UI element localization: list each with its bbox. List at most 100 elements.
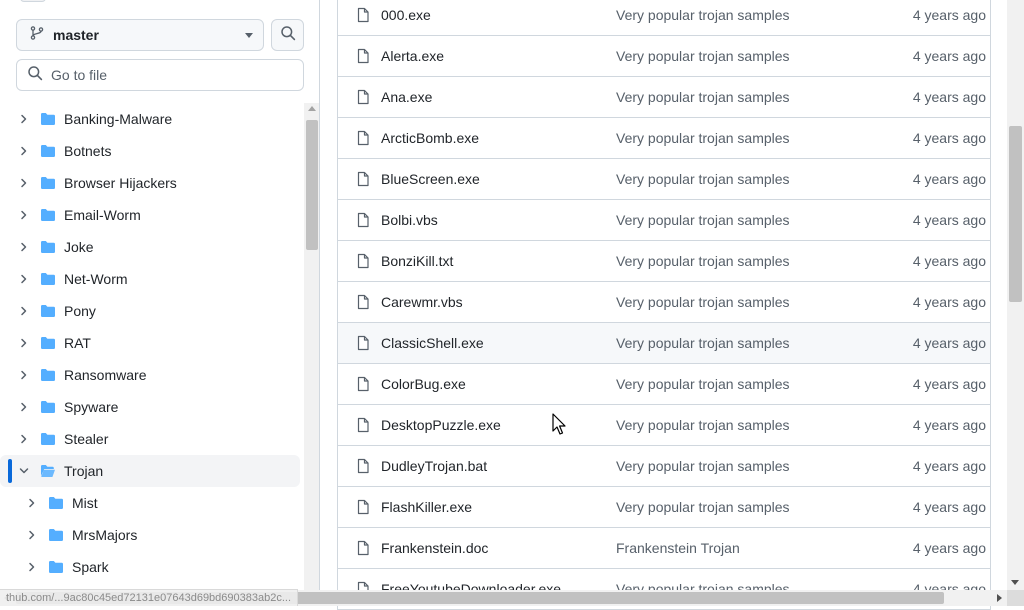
tree-item-label: Trojan bbox=[64, 463, 104, 479]
file-name-link[interactable]: Ana.exe bbox=[381, 89, 616, 105]
file-name-link[interactable]: Bolbi.vbs bbox=[381, 212, 616, 228]
commit-message-link[interactable]: Very popular trojan samples bbox=[616, 376, 866, 392]
tree-item-mrsmajors[interactable]: MrsMajors bbox=[0, 519, 300, 551]
file-name-link[interactable]: Carewmr.vbs bbox=[381, 294, 616, 310]
sidebar-scrollbar[interactable] bbox=[304, 103, 319, 590]
file-row[interactable]: BlueScreen.exe Very popular trojan sample… bbox=[338, 158, 990, 199]
chevron-right-icon[interactable] bbox=[14, 337, 34, 349]
tree-item-botnets[interactable]: Botnets bbox=[0, 135, 300, 167]
chevron-right-icon[interactable] bbox=[14, 305, 34, 317]
file-name-link[interactable]: Frankenstein.doc bbox=[381, 540, 616, 556]
chevron-right-icon[interactable] bbox=[14, 369, 34, 381]
file-name-link[interactable]: ArcticBomb.exe bbox=[381, 130, 616, 146]
commit-message-link[interactable]: Frankenstein Trojan bbox=[616, 540, 866, 556]
file-icon bbox=[355, 89, 371, 105]
tree-item-label: Stealer bbox=[64, 431, 109, 447]
branch-selector-button[interactable]: master bbox=[16, 19, 264, 51]
chevron-right-icon[interactable] bbox=[14, 401, 34, 413]
file-row[interactable]: ArcticBomb.exe Very popular trojan sample… bbox=[338, 117, 990, 158]
tree-item-trojan[interactable]: Trojan bbox=[0, 455, 300, 487]
file-tree: Banking-Malware Botnets Browser Hijackers E… bbox=[0, 103, 300, 583]
scroll-up-arrow-icon[interactable] bbox=[308, 106, 316, 111]
commit-message-link[interactable]: Very popular trojan samples bbox=[616, 130, 866, 146]
chevron-right-icon[interactable] bbox=[14, 273, 34, 285]
file-row[interactable]: ClassicShell.exe Very popular trojan samp… bbox=[338, 322, 990, 363]
file-row[interactable]: Bolbi.vbs Very popular trojan samples 4 ye… bbox=[338, 199, 990, 240]
go-to-file-input[interactable] bbox=[51, 67, 291, 83]
commit-message-link[interactable]: Very popular trojan samples bbox=[616, 253, 866, 269]
file-row[interactable]: Frankenstein.doc Frankenstein Trojan 4 yea… bbox=[338, 527, 990, 568]
scroll-right-arrow-icon[interactable] bbox=[997, 594, 1002, 602]
chevron-right-icon[interactable] bbox=[14, 145, 34, 157]
file-row[interactable]: FlashKiller.exe Very popular trojan sampl… bbox=[338, 486, 990, 527]
file-name-link[interactable]: 000.exe bbox=[381, 7, 616, 23]
sidebar-scrollbar-thumb[interactable] bbox=[306, 120, 318, 250]
search-button[interactable] bbox=[271, 19, 304, 51]
file-name-link[interactable]: ClassicShell.exe bbox=[381, 335, 616, 351]
commit-message-link[interactable]: Very popular trojan samples bbox=[616, 417, 866, 433]
chevron-right-icon[interactable] bbox=[14, 433, 34, 445]
tree-item-email-worm[interactable]: Email-Worm bbox=[0, 199, 300, 231]
commit-age: 4 years ago bbox=[912, 253, 986, 269]
scroll-down-arrow-icon[interactable] bbox=[1011, 580, 1019, 585]
status-bar-url: thub.com/...9ac80c45ed72131e07643d69bd69… bbox=[0, 589, 299, 606]
file-row[interactable]: DudleyTrojan.bat Very popular trojan samp… bbox=[338, 445, 990, 486]
file-name-link[interactable]: DudleyTrojan.bat bbox=[381, 458, 616, 474]
file-row[interactable]: ColorBug.exe Very popular trojan samples 4… bbox=[338, 363, 990, 404]
file-name-link[interactable]: ColorBug.exe bbox=[381, 376, 616, 392]
page-scrollbar-thumb[interactable] bbox=[1009, 126, 1022, 302]
file-row[interactable]: Alerta.exe Very popular trojan samples 4 y… bbox=[338, 35, 990, 76]
file-name-link[interactable]: FlashKiller.exe bbox=[381, 499, 616, 515]
file-name-link[interactable]: DesktopPuzzle.exe bbox=[381, 417, 616, 433]
commit-message-link[interactable]: Very popular trojan samples bbox=[616, 171, 866, 187]
file-icon bbox=[355, 458, 371, 474]
commit-message-link[interactable]: Very popular trojan samples bbox=[616, 48, 866, 64]
tree-item-banking-malware[interactable]: Banking-Malware bbox=[0, 103, 300, 135]
tree-item-ransomware[interactable]: Ransomware bbox=[0, 359, 300, 391]
chevron-right-icon[interactable] bbox=[22, 561, 42, 573]
file-name-link[interactable]: BonziKill.txt bbox=[381, 253, 616, 269]
folder-icon bbox=[40, 239, 56, 255]
chevron-right-icon[interactable] bbox=[14, 113, 34, 125]
chevron-right-icon[interactable] bbox=[22, 529, 42, 541]
chevron-right-icon[interactable] bbox=[14, 209, 34, 221]
commit-age: 4 years ago bbox=[912, 376, 986, 392]
tree-item-rat[interactable]: RAT bbox=[0, 327, 300, 359]
file-row[interactable]: Ana.exe Very popular trojan samples 4 year… bbox=[338, 76, 990, 117]
tree-item-net-worm[interactable]: Net-Worm bbox=[0, 263, 300, 295]
commit-message-link[interactable]: Very popular trojan samples bbox=[616, 294, 866, 310]
file-name-link[interactable]: BlueScreen.exe bbox=[381, 171, 616, 187]
file-icon bbox=[355, 130, 371, 146]
tree-item-pony[interactable]: Pony bbox=[0, 295, 300, 327]
chevron-right-icon[interactable] bbox=[22, 497, 42, 509]
commit-message-link[interactable]: Very popular trojan samples bbox=[616, 335, 866, 351]
commit-message-link[interactable]: Very popular trojan samples bbox=[616, 7, 866, 23]
file-row[interactable]: DesktopPuzzle.exe Very popular trojan sam… bbox=[338, 404, 990, 445]
file-row[interactable]: Carewmr.vbs Very popular trojan samples 4 … bbox=[338, 281, 990, 322]
commit-message-link[interactable]: Very popular trojan samples bbox=[616, 212, 866, 228]
chevron-down-icon[interactable] bbox=[14, 465, 34, 477]
tree-item-label: MrsMajors bbox=[72, 527, 138, 543]
commit-age: 4 years ago bbox=[912, 48, 986, 64]
commit-age: 4 years ago bbox=[912, 499, 986, 515]
commit-age: 4 years ago bbox=[912, 130, 986, 146]
go-to-file-field[interactable] bbox=[16, 59, 304, 91]
tree-item-browser-hijackers[interactable]: Browser Hijackers bbox=[0, 167, 300, 199]
caret-down-icon bbox=[245, 32, 253, 38]
folder-icon bbox=[40, 367, 56, 383]
file-name-link[interactable]: Alerta.exe bbox=[381, 48, 616, 64]
commit-message-link[interactable]: Very popular trojan samples bbox=[616, 89, 866, 105]
commit-message-link[interactable]: Very popular trojan samples bbox=[616, 458, 866, 474]
page-scrollbar[interactable] bbox=[1007, 0, 1024, 590]
chevron-right-icon[interactable] bbox=[14, 177, 34, 189]
chevron-right-icon[interactable] bbox=[14, 241, 34, 253]
commit-message-link[interactable]: Very popular trojan samples bbox=[616, 499, 866, 515]
file-row[interactable]: BonziKill.txt Very popular trojan samples… bbox=[338, 240, 990, 281]
tree-item-stealer[interactable]: Stealer bbox=[0, 423, 300, 455]
tree-item-joke[interactable]: Joke bbox=[0, 231, 300, 263]
tree-item-spark[interactable]: Spark bbox=[0, 551, 300, 583]
tree-item-mist[interactable]: Mist bbox=[0, 487, 300, 519]
tree-item-spyware[interactable]: Spyware bbox=[0, 391, 300, 423]
tree-item-label: Browser Hijackers bbox=[64, 175, 177, 191]
file-row[interactable]: 000.exe Very popular trojan samples 4 year… bbox=[338, 0, 990, 35]
